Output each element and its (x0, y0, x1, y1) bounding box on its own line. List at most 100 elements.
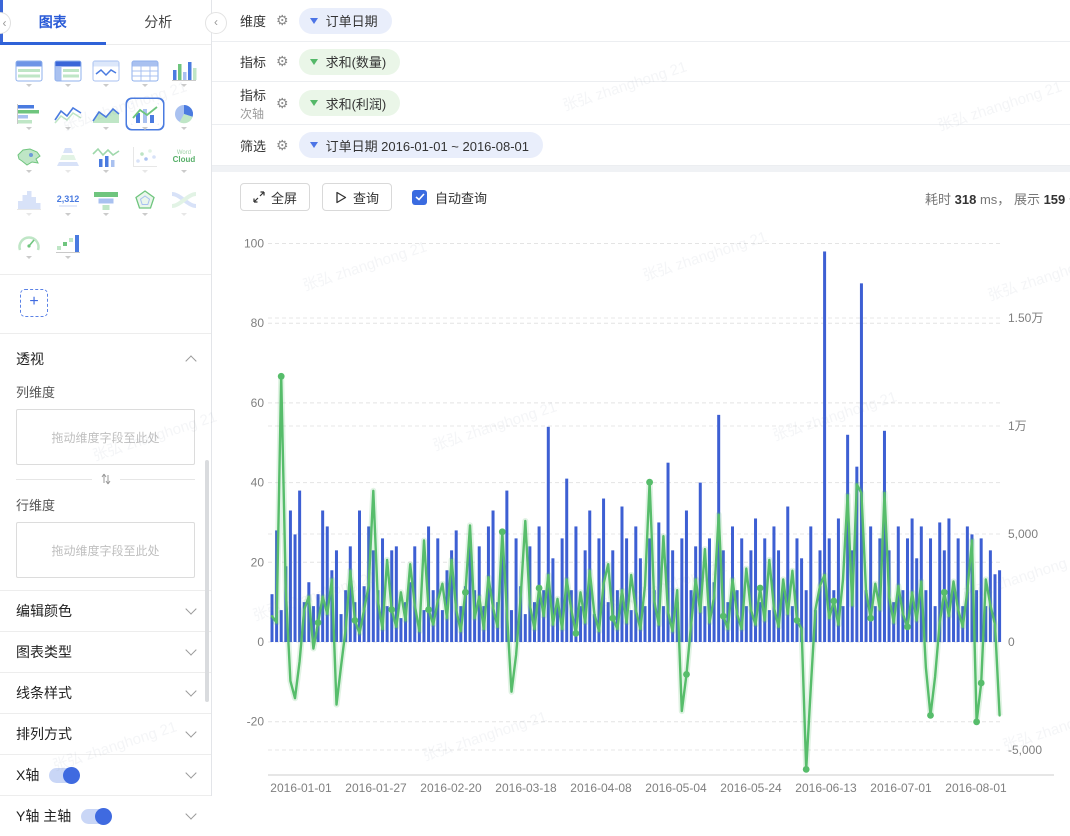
combo-chart-canvas[interactable]: 100 80 60 40 20 0 -20 1.50万 1万 5,000 0 -5,000 2016-0… (212, 222, 1070, 796)
chart-type-histogram-icon[interactable] (10, 182, 49, 225)
add-chart-type-button[interactable]: + (20, 289, 48, 317)
chart-type-waterfall-icon[interactable] (49, 225, 88, 268)
sidebar-tabs: 图表 分析 (0, 0, 211, 45)
chart-type-crosstab-icon[interactable] (10, 53, 49, 96)
filter-row: 筛选 ⚙ 订单日期 2016-01-01 ~ 2016-08-01 (212, 125, 1070, 166)
caret-down-icon (26, 126, 33, 133)
dimension-row: 维度 ⚙ 订单日期 (212, 0, 1070, 42)
sidebar-scrollbar[interactable] (205, 460, 209, 702)
chart-type-funnel-icon[interactable] (87, 182, 126, 225)
section-label: 线条样式 (16, 685, 72, 701)
chart-type-line-icon[interactable] (49, 96, 88, 139)
chart-type-pie-icon[interactable] (164, 96, 203, 139)
collapse-sidebar-button[interactable]: ‹ (205, 12, 227, 34)
swap-arrows-icon[interactable] (100, 473, 112, 485)
query-button[interactable]: 查询 (322, 183, 393, 211)
section-x-axis[interactable]: X轴 (0, 754, 211, 795)
wordcloud-cloud-text: Cloud (172, 155, 195, 164)
chart-type-detail-table-icon[interactable] (126, 53, 165, 96)
svg-text:2016-03-18: 2016-03-18 (495, 781, 557, 795)
caret-down-icon (142, 169, 149, 176)
chart-type-line-column-icon[interactable] (87, 139, 126, 182)
caret-down-icon (309, 17, 318, 24)
measure-row: 指标 ⚙ 求和(数量) (212, 42, 1070, 82)
section-y-axis-primary[interactable]: Y轴 主轴 (0, 795, 211, 836)
x-axis-toggle[interactable] (49, 766, 81, 784)
fullscreen-button[interactable]: 全屏 (240, 183, 311, 211)
svg-text:2016-01-27: 2016-01-27 (345, 781, 407, 795)
caret-down-icon (64, 212, 71, 219)
caret-down-icon (309, 100, 318, 106)
gear-icon[interactable]: ⚙ (276, 95, 289, 112)
chart-type-gauge-icon[interactable] (10, 225, 49, 268)
measure-label: 指标 (240, 55, 267, 70)
svg-text:5,000: 5,000 (1008, 527, 1038, 541)
section-label: Y轴 主轴 (16, 808, 72, 824)
column-dimension-dropzone[interactable]: 拖动维度字段至此处 (16, 409, 195, 465)
caret-down-icon (26, 212, 33, 219)
chart-type-bar-icon[interactable] (10, 96, 49, 139)
caret-down-icon (142, 126, 149, 133)
y-axis-primary-toggle[interactable] (81, 807, 113, 825)
filter-pill-order-date-range[interactable]: 订单日期 2016-01-01 ~ 2016-08-01 (298, 132, 543, 158)
play-icon (336, 191, 347, 203)
pivot-section-header[interactable]: 透视 (0, 338, 211, 380)
chart-type-table-icon[interactable] (49, 53, 88, 96)
caret-down-icon (142, 83, 149, 90)
divider (119, 478, 195, 480)
caret-down-icon (103, 212, 110, 219)
chart-type-wordcloud-icon[interactable]: Word Cloud (164, 139, 203, 182)
chart-type-pyramid-icon[interactable] (49, 139, 88, 182)
chart-type-area-icon[interactable] (87, 96, 126, 139)
chevron-down-icon (185, 644, 197, 656)
svg-text:2016-06-13: 2016-06-13 (795, 781, 857, 795)
dropzone-placeholder: 拖动维度字段至此处 (51, 543, 160, 558)
section-arrangement[interactable]: 排列方式 (0, 713, 211, 754)
fullscreen-icon (253, 191, 265, 203)
chart-toolbar: 全屏 查询 自动查询 耗时 318 ms， 展示 159 条 (212, 172, 1070, 222)
auto-query-checkbox[interactable] (412, 189, 428, 205)
secondary-measure-row: 指标 次轴 ⚙ 求和(利润) (212, 82, 1070, 125)
tab-analysis[interactable]: 分析 (106, 12, 212, 32)
chart-type-trend-table-icon[interactable] (87, 53, 126, 96)
caret-down-icon (26, 255, 33, 262)
dimension-pill-order-date[interactable]: 订单日期 (298, 7, 392, 34)
gear-icon[interactable]: ⚙ (276, 137, 289, 154)
chart-type-scatter-icon[interactable] (126, 139, 165, 182)
svg-text:2016-04-08: 2016-04-08 (570, 781, 632, 795)
measure-pill-sum-profit[interactable]: 求和(利润) (298, 90, 401, 116)
divider (0, 274, 211, 275)
caret-down-icon (64, 126, 71, 133)
row-dimension-dropzone[interactable]: 拖动维度字段至此处 (16, 522, 195, 578)
section-chart-type[interactable]: 图表类型 (0, 631, 211, 672)
chevron-down-icon (185, 726, 197, 738)
column-dimension-label: 列维度 (16, 385, 56, 400)
section-label: 排列方式 (16, 726, 72, 742)
section-edit-colors[interactable]: 编辑颜色 (0, 590, 211, 631)
tab-chart[interactable]: 图表 (0, 12, 106, 32)
chart-type-radar-icon[interactable] (126, 182, 165, 225)
pivot-title: 透视 (16, 351, 44, 367)
chart-type-map-icon[interactable] (10, 139, 49, 182)
chart-type-combo-icon[interactable] (126, 96, 165, 139)
row-dimension-label: 行维度 (16, 498, 56, 513)
check-icon (415, 193, 425, 201)
secondary-axis-sublabel: 次轴 (240, 106, 265, 121)
gear-icon[interactable]: ⚙ (276, 12, 289, 29)
caret-down-icon (142, 212, 149, 219)
query-status-text: 耗时 318 ms， 展示 159 条 (925, 192, 1070, 207)
chart-type-sankey-icon[interactable] (164, 182, 203, 225)
svg-text:2016-05-24: 2016-05-24 (720, 781, 782, 795)
chart-type-kpi-card-icon[interactable]: 2,312 (49, 182, 88, 225)
caret-down-icon (26, 83, 33, 90)
svg-text:60: 60 (251, 396, 265, 410)
svg-text:2016-08-01: 2016-08-01 (945, 781, 1007, 795)
svg-text:0: 0 (257, 635, 264, 649)
caret-down-icon (180, 169, 187, 176)
chart-type-column-icon[interactable] (164, 53, 203, 96)
elapsed-ms-value: 318 (954, 192, 977, 207)
measure-pill-sum-quantity[interactable]: 求和(数量) (298, 48, 401, 75)
chevron-down-icon (185, 603, 197, 615)
section-line-style[interactable]: 线条样式 (0, 672, 211, 713)
gear-icon[interactable]: ⚙ (276, 53, 289, 70)
